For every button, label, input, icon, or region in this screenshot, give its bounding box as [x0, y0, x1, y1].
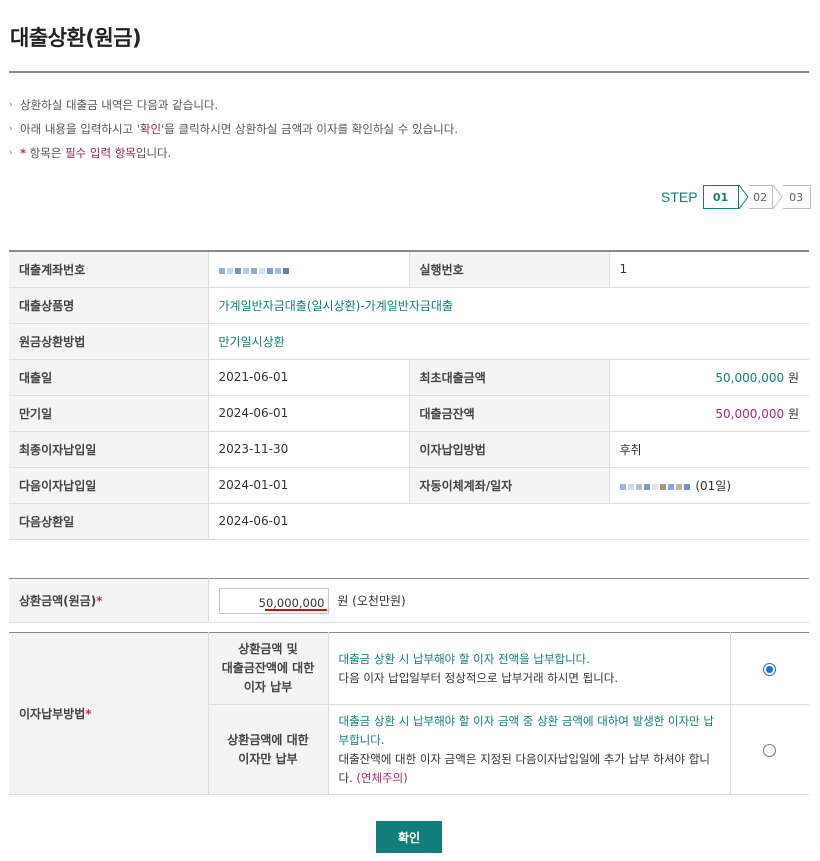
option-partial-interest-desc: 대출금 상환 시 납부해야 할 이자 금액 중 상환 금액에 대하여 발생한 이… [328, 704, 731, 795]
confirm-highlight: '확인' [136, 122, 165, 136]
table-row: 대출일 2021-06-01 최초대출금액 50,000,000 원 [9, 359, 809, 396]
repay-amount-table: 상환금액(원금)* 50,000,000 원 (오천만원) [9, 578, 809, 623]
repay-method-value: 만기일시상환 [208, 323, 809, 360]
table-row: 다음이자납입일 2024-01-01 자동이체계좌/일자 (01일) [9, 467, 809, 504]
repay-amount-korean: 원 (오천만원) [337, 594, 406, 608]
step-03: 03 [782, 185, 811, 209]
interest-method-label: 이자납입방법 [409, 431, 610, 468]
last-interest-value: 2023-11-30 [208, 431, 410, 468]
maturity-label: 만기일 [9, 395, 209, 432]
table-row: 대출상품명 가계일반자금대출(일시상환)-가계일반자금대출 [9, 287, 809, 324]
full-interest-radio[interactable] [763, 662, 777, 676]
initial-amount-label: 최초대출금액 [409, 359, 610, 396]
next-repay-value: 2024-06-01 [208, 503, 809, 540]
step-chevron-icon [772, 185, 783, 209]
table-row: 이자납부방법* 상환금액 및 대출금잔액에 대한 이자 납부 대출금 상환 시 … [9, 632, 809, 795]
table-row: 상환금액(원금)* 50,000,000 원 (오천만원) [9, 578, 809, 623]
notice-list: › 상환하실 대출금 내역은 다음과 같습니다. › 아래 내용을 입력하시고 … [9, 96, 809, 168]
notice-item: › 아래 내용을 입력하시고 '확인'을 클릭하시면 상환하실 금액과 이자를 … [9, 122, 458, 136]
initial-amount-value: 50,000,000 원 [609, 359, 809, 396]
auto-transfer-value: (01일) [609, 467, 809, 504]
overdue-warning: (연체주의) [356, 770, 408, 785]
step-label: STEP [661, 189, 698, 205]
exec-no-value: 1 [609, 251, 809, 288]
bullet-icon: › [9, 124, 13, 134]
option-full-interest-title: 상환금액 및 대출금잔액에 대한 이자 납부 [208, 632, 329, 705]
table-row: 최종이자납입일 2023-11-30 이자납입방법 후취 [9, 431, 809, 468]
interest-method-value: 후취 [609, 431, 809, 468]
table-row: 다음상환일 2024-06-01 [9, 503, 809, 540]
account-no-value [208, 251, 410, 288]
page-title: 대출상환(원금) [10, 26, 142, 50]
repay-method-label: 원금상환방법 [9, 323, 209, 360]
required-star: * [85, 707, 92, 721]
option-full-interest-desc: 대출금 상환 시 납부해야 할 이자 전액을 납부합니다. 다음 이자 납입일부… [328, 632, 731, 705]
product-label: 대출상품명 [9, 287, 209, 324]
option-partial-interest-title: 상환금액에 대한 이자만 납부 [208, 704, 329, 795]
repay-amount-label: 상환금액(원금)* [9, 578, 209, 623]
table-row: 만기일 2024-06-01 대출금잔액 50,000,000 원 [9, 395, 809, 432]
exec-no-label: 실행번호 [409, 251, 610, 288]
option-partial-interest-radio-cell [730, 704, 809, 795]
balance-value: 50,000,000 원 [609, 395, 809, 432]
amount-underline [264, 608, 327, 611]
last-interest-label: 최종이자납입일 [9, 431, 209, 468]
required-highlight: 필수 입력 항목 [65, 146, 136, 160]
step-01: 01 [702, 185, 739, 209]
loan-date-label: 대출일 [9, 359, 209, 396]
bullet-icon: › [9, 148, 13, 158]
interest-method-label: 이자납부방법* [9, 632, 209, 795]
product-value: 가계일반자금대출(일시상환)-가계일반자금대출 [208, 287, 809, 324]
maturity-value: 2024-06-01 [208, 395, 410, 432]
required-star: * [96, 594, 103, 608]
notice-item: › * 항목은 필수 입력 항목입니다. [9, 146, 172, 160]
option-full-interest-radio-cell [730, 632, 809, 705]
partial-interest-radio[interactable] [763, 743, 777, 757]
title-divider [9, 71, 809, 73]
bullet-icon: › [9, 100, 13, 110]
interest-payment-table: 이자납부방법* 상환금액 및 대출금잔액에 대한 이자 납부 대출금 상환 시 … [9, 632, 809, 795]
repay-amount-cell: 50,000,000 원 (오천만원) [208, 578, 809, 623]
next-interest-label: 다음이자납입일 [9, 467, 209, 504]
table-row: 대출계좌번호 실행번호 1 [9, 251, 809, 288]
step-02: 02 [748, 185, 773, 209]
step-indicator: STEP 01 02 03 [661, 185, 811, 209]
account-no-label: 대출계좌번호 [9, 251, 209, 288]
repay-amount-input[interactable]: 50,000,000 [218, 587, 329, 614]
loan-info-table: 대출계좌번호 실행번호 1 대출상품명 가계일반자금대출(일시상환)-가계일반자… [9, 250, 809, 540]
loan-date-value: 2021-06-01 [208, 359, 410, 396]
masked-account-number [218, 263, 291, 277]
step-chevron-icon [738, 185, 749, 209]
next-interest-value: 2024-01-01 [208, 467, 410, 504]
confirm-button[interactable]: 확인 [376, 821, 442, 853]
notice-item: › 상환하실 대출금 내역은 다음과 같습니다. [9, 98, 219, 112]
auto-transfer-label: 자동이체계좌/일자 [409, 467, 610, 504]
next-repay-label: 다음상환일 [9, 503, 209, 540]
table-row: 원금상환방법 만기일시상환 [9, 323, 809, 360]
masked-transfer-account [619, 479, 692, 493]
balance-label: 대출금잔액 [409, 395, 610, 432]
